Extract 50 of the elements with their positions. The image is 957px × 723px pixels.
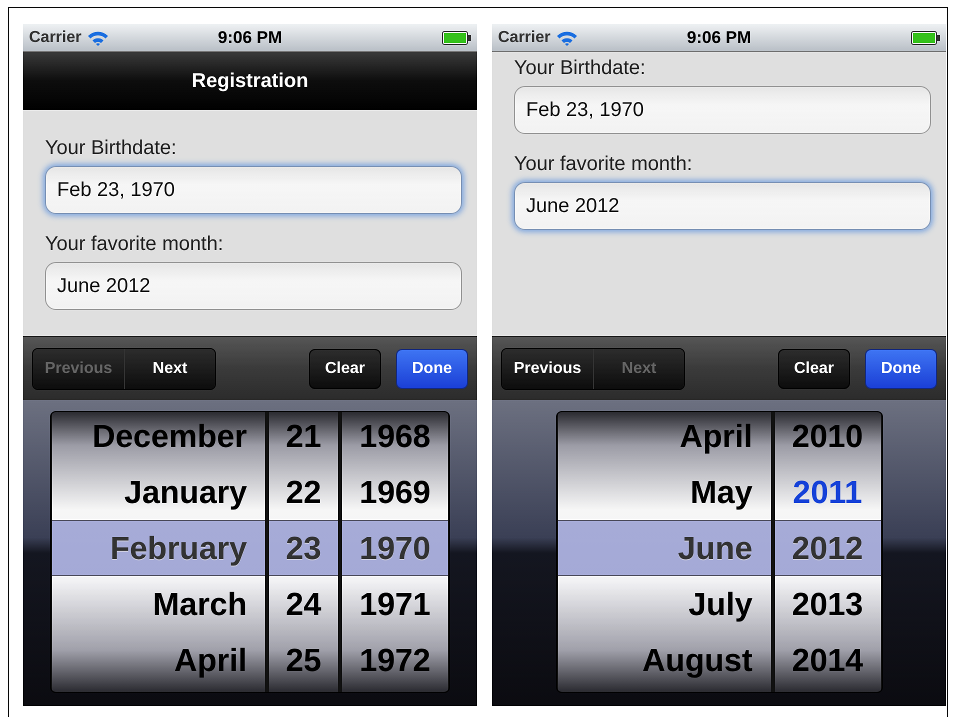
- carrier-name: Carrier: [498, 28, 550, 46]
- picker-item[interactable]: 2012: [774, 520, 880, 576]
- picker-item[interactable]: 2014: [774, 632, 880, 688]
- date-picker[interactable]: December January February March April 21 22 23 24 25 1968 1969 1970 1971 1972: [51, 412, 449, 692]
- battery-icon: [911, 30, 940, 44]
- picker-item[interactable]: 24: [269, 576, 338, 632]
- picker-item[interactable]: 21: [269, 412, 338, 464]
- status-time: 9:06 PM: [686, 28, 752, 48]
- picker-item[interactable]: 22: [269, 464, 338, 520]
- picker-item[interactable]: 1969: [342, 464, 448, 520]
- field-label: Your Birthdate:: [45, 136, 177, 160]
- next-button[interactable]: Next: [124, 348, 215, 388]
- picker-item[interactable]: 2013: [774, 576, 880, 632]
- text-field[interactable]: Feb 23, 1970: [514, 86, 931, 134]
- picker-item[interactable]: July: [558, 576, 770, 632]
- picker-item[interactable]: April: [558, 412, 770, 464]
- done-button[interactable]: Done: [396, 348, 468, 388]
- picker-item[interactable]: 1970: [342, 520, 448, 576]
- picker-item[interactable]: 2010: [774, 412, 880, 464]
- wifi-icon: [556, 30, 578, 46]
- picker-item[interactable]: January: [52, 464, 265, 520]
- text-field[interactable]: Feb 23, 1970: [45, 166, 462, 214]
- field-label: Your Birthdate:: [514, 56, 646, 80]
- toolbar-button[interactable]: Clear: [309, 348, 381, 388]
- field-label: Your favorite month:: [45, 232, 224, 256]
- picker-item[interactable]: 1971: [342, 576, 448, 632]
- toolbar-button[interactable]: Clear: [778, 348, 850, 388]
- picker-item[interactable]: 1972: [342, 632, 448, 688]
- text-field[interactable]: June 2012: [514, 182, 931, 230]
- nav-title: Registration: [192, 70, 308, 92]
- field-label: Your favorite month:: [514, 152, 692, 176]
- picker-item[interactable]: February: [52, 520, 265, 576]
- date-picker[interactable]: April May June July August 2010 2011 2012 2013 2014: [556, 412, 882, 692]
- status-time: 9:06 PM: [218, 28, 282, 48]
- picker-item[interactable]: May: [558, 464, 770, 520]
- picker-item[interactable]: 23: [269, 520, 338, 576]
- carrier-name: Carrier: [29, 28, 82, 46]
- picker-item[interactable]: August: [558, 632, 770, 688]
- picker-item[interactable]: 25: [269, 632, 338, 688]
- text-field[interactable]: June 2012: [45, 262, 462, 310]
- previous-button[interactable]: Previous: [502, 348, 593, 388]
- battery-icon: [442, 30, 471, 44]
- picker-item[interactable]: 2011: [774, 464, 880, 520]
- done-button[interactable]: Done: [865, 348, 937, 388]
- picker-item[interactable]: 1968: [342, 412, 448, 464]
- picker-item[interactable]: December: [52, 412, 265, 464]
- picker-item[interactable]: April: [52, 632, 265, 688]
- picker-item[interactable]: March: [52, 576, 265, 632]
- picker-item[interactable]: June: [558, 520, 770, 576]
- wifi-icon: [87, 30, 110, 46]
